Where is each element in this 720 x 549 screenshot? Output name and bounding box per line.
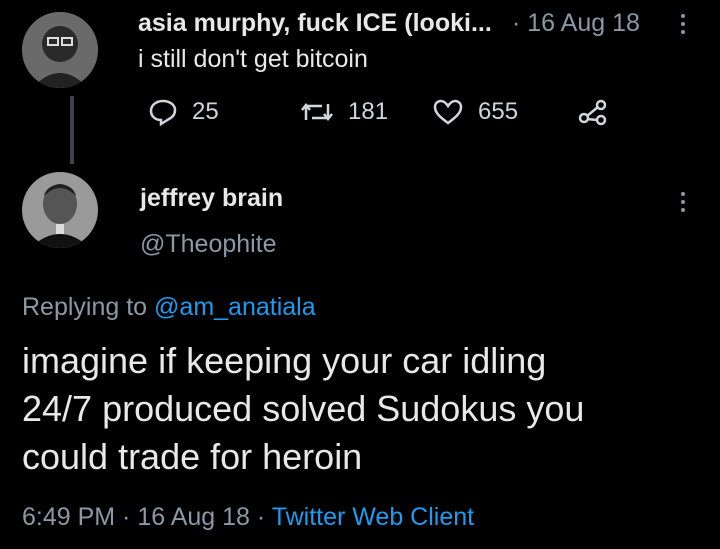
tweet-meta-line: 6:49 PM · 16 Aug 18 · Twitter Web Client — [22, 503, 474, 532]
avatar-image — [22, 12, 98, 88]
avatar-asia-murphy[interactable] — [22, 12, 98, 88]
replying-to-label: Replying to — [22, 293, 148, 321]
parent-timestamp[interactable]: · 16 Aug 18 — [512, 9, 640, 38]
reply-text-line-3: could trade for heroin — [22, 436, 363, 477]
reply-more-icon[interactable] — [681, 192, 687, 216]
retweet-count: 181 — [348, 98, 389, 125]
replying-to-line: Replying to @am_anatiala — [22, 293, 316, 322]
tweet-timestamp[interactable]: 6:49 PM · 16 Aug 18 · — [22, 503, 265, 531]
retweet-icon — [301, 102, 333, 122]
reply-handle[interactable]: @Theophite — [140, 230, 277, 259]
thread-connector-line — [70, 96, 74, 164]
reply-count: 25 — [192, 98, 219, 125]
parent-display-name[interactable]: asia murphy, fuck ICE (looki... — [138, 9, 492, 38]
avatar-jeffrey-brain[interactable] — [22, 172, 98, 248]
reply-text-line-1: imagine if keeping your car idling — [22, 340, 547, 381]
parent-more-icon[interactable] — [681, 14, 687, 38]
share-button[interactable] — [578, 98, 608, 126]
reply-icon — [149, 99, 177, 126]
replying-to-handle-link[interactable]: @am_anatiala — [154, 293, 316, 321]
like-button[interactable]: 655 — [432, 98, 518, 126]
parent-tweet-text: i still don't get bitcoin — [138, 45, 368, 73]
tweet-client-link[interactable]: Twitter Web Client — [272, 503, 474, 531]
reply-display-name[interactable]: jeffrey brain — [140, 184, 283, 213]
like-count: 655 — [478, 98, 519, 125]
retweet-button[interactable]: 181 — [300, 98, 388, 126]
avatar-image — [22, 172, 98, 248]
reply-tweet-text: imagine if keeping your car idling 24/7 … — [22, 337, 584, 481]
share-icon — [578, 99, 607, 126]
reply-button[interactable]: 25 — [148, 98, 219, 126]
reply-text-line-2: 24/7 produced solved Sudokus you — [22, 388, 585, 429]
like-icon — [433, 99, 463, 125]
